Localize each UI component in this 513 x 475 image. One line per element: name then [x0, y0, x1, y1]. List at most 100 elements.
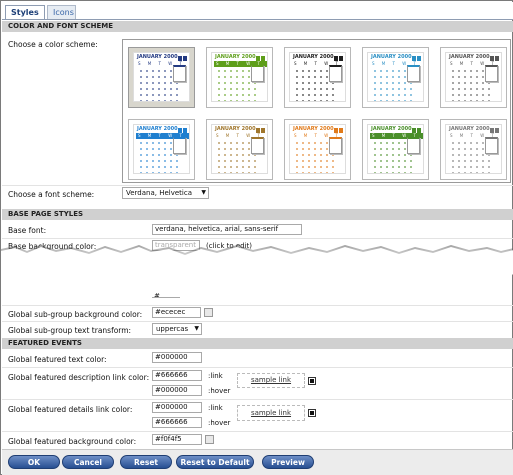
calendar-nav-icon [333, 126, 343, 133]
featured-bg-label: Global featured background color: [8, 437, 137, 446]
subgroup-bg-swatch[interactable] [204, 308, 213, 317]
ok-button[interactable]: OK [8, 455, 60, 469]
featured-details-hover-input[interactable]: #666666 [152, 417, 202, 428]
divider [2, 367, 513, 368]
calendar-popup-preview [329, 65, 342, 82]
color-scheme-option[interactable]: JANUARY 2000 S M T W T [440, 119, 507, 180]
calendar-popup-preview [485, 65, 498, 82]
color-scheme-label: Choose a color scheme: [8, 40, 98, 49]
featured-details-link-input[interactable]: #000000 [152, 402, 202, 413]
color-scheme-option[interactable]: JANUARY 2000 S M T W T [284, 47, 351, 108]
featured-text-label: Global featured text color: [8, 355, 107, 364]
color-scheme-option[interactable]: JANUARY 2000 S M T W T [206, 47, 273, 108]
font-scheme-label: Choose a font scheme: [8, 190, 95, 199]
calendar-nav-icon [333, 54, 343, 61]
calendar-month-title: JANUARY 2000 [215, 126, 256, 132]
base-font-label: Base font: [8, 226, 47, 235]
cancel-button[interactable]: Cancel [62, 455, 114, 469]
reset-button[interactable]: Reset [120, 455, 172, 469]
calendar-popup-preview [251, 65, 264, 82]
section-color-font-header: COLOR AND FONT SCHEME [2, 21, 513, 32]
subgroup-transform-value: uppercas [156, 325, 189, 333]
font-scheme-value: Verdana, Helvetica [126, 189, 193, 197]
calendar-preview: JANUARY 2000 S M T W T [133, 124, 190, 174]
calendar-preview: JANUARY 2000 S M T W T [133, 52, 190, 102]
preview-button[interactable]: Preview [262, 455, 314, 469]
calendar-day-grid [216, 68, 256, 101]
torn-edge-graphic [1, 245, 513, 279]
tab-styles[interactable]: Styles [5, 5, 45, 20]
subgroup-bg-label: Global sub-group background color: [8, 310, 143, 319]
featured-desc-link-input[interactable]: #666666 [152, 370, 202, 381]
color-scheme-option[interactable]: JANUARY 2000 S M T W T [284, 119, 351, 180]
chevron-down-icon: ▼ [201, 189, 206, 196]
reset-to-default-button[interactable]: Reset to Default [176, 455, 254, 469]
calendar-day-grid [294, 140, 334, 173]
calendar-month-title: JANUARY 2000 [449, 54, 490, 60]
calendar-nav-icon [411, 54, 421, 61]
calendar-nav-icon [411, 126, 421, 133]
calendar-month-title: JANUARY 2000 [293, 54, 334, 60]
calendar-preview: JANUARY 2000 S M T W T [445, 52, 502, 102]
calendar-nav-icon [255, 54, 265, 61]
color-scheme-option[interactable]: JANUARY 2000 S M T W T [440, 47, 507, 108]
calendar-preview: JANUARY 2000 S M T W T [289, 52, 346, 102]
divider [2, 305, 513, 306]
featured-details-label: Global featured details link color: [8, 405, 133, 414]
calendar-preview: JANUARY 2000 S M T W T [211, 52, 268, 102]
section-base-page-header: BASE PAGE STYLES [2, 209, 513, 220]
calendar-day-grid [138, 68, 178, 101]
calendar-month-title: JANUARY 2000 [137, 126, 178, 132]
featured-bg-input[interactable]: #f0f4f5 [152, 434, 202, 445]
calendar-preview: JANUARY 2000 S M T W T [289, 124, 346, 174]
calendar-month-title: JANUARY 2000 [137, 54, 178, 60]
calendar-month-title: JANUARY 2000 [371, 54, 412, 60]
color-scheme-option[interactable]: JANUARY 2000 S M T W T [362, 119, 429, 180]
tab-icons[interactable]: Icons [47, 5, 76, 20]
calendar-day-grid [372, 68, 412, 101]
featured-desc-link-label: :link [208, 372, 223, 380]
subgroup-transform-select[interactable]: uppercas ▼ [152, 323, 202, 335]
calendar-nav-icon [489, 54, 499, 61]
color-scheme-option[interactable]: JANUARY 2000 S M T W T [128, 47, 195, 108]
button-bar: OK Cancel Reset Reset to Default Preview [2, 449, 513, 475]
color-scheme-option[interactable]: JANUARY 2000 S M T W T [128, 119, 195, 180]
chevron-down-icon: ▼ [194, 325, 199, 332]
calendar-popup-preview [173, 65, 186, 82]
calendar-nav-icon [255, 126, 265, 133]
featured-desc-hover-input[interactable]: #000000 [152, 385, 202, 396]
calendar-preview: JANUARY 2000 S M T W T [211, 124, 268, 174]
color-scheme-option[interactable]: JANUARY 2000 S M T W T [362, 47, 429, 108]
featured-desc-sample-link[interactable]: sample link [237, 373, 305, 388]
calendar-popup-preview [173, 137, 186, 154]
calendar-popup-preview [485, 137, 498, 154]
color-picker-icon[interactable] [308, 377, 316, 385]
calendar-popup-preview [329, 137, 342, 154]
calendar-day-grid [138, 140, 178, 173]
calendar-popup-preview [251, 137, 264, 154]
calendar-day-grid [216, 140, 256, 173]
divider [2, 185, 513, 186]
calendar-day-grid [450, 140, 490, 173]
calendar-preview: JANUARY 2000 S M T W T [367, 52, 424, 102]
featured-bg-swatch[interactable] [205, 435, 214, 444]
partial-row-input[interactable]: # [152, 292, 180, 298]
calendar-month-title: JANUARY 2000 [449, 126, 490, 132]
color-picker-icon[interactable] [308, 409, 316, 417]
base-font-input[interactable]: verdana, helvetica, arial, sans-serif [152, 224, 302, 235]
divider [2, 321, 513, 322]
subgroup-bg-input[interactable]: #ececec [152, 307, 201, 318]
calendar-month-title: JANUARY 2000 [293, 126, 334, 132]
featured-desc-hover-label: :hover [208, 387, 231, 395]
section-featured-header: FEATURED EVENTS [2, 338, 513, 349]
color-scheme-gallery: JANUARY 2000 S M T W T JANUARY 2000 S M T W… [122, 39, 511, 183]
featured-text-input[interactable]: #000000 [152, 352, 202, 363]
font-scheme-select[interactable]: Verdana, Helvetica ▼ [122, 187, 209, 199]
calendar-nav-icon [489, 126, 499, 133]
featured-details-sample-link[interactable]: sample link [237, 405, 305, 421]
calendar-popup-preview [407, 137, 420, 154]
calendar-nav-icon [177, 54, 187, 61]
color-scheme-option[interactable]: JANUARY 2000 S M T W T [206, 119, 273, 180]
calendar-day-grid [294, 68, 334, 101]
featured-details-hover-label: :hover [208, 419, 231, 427]
